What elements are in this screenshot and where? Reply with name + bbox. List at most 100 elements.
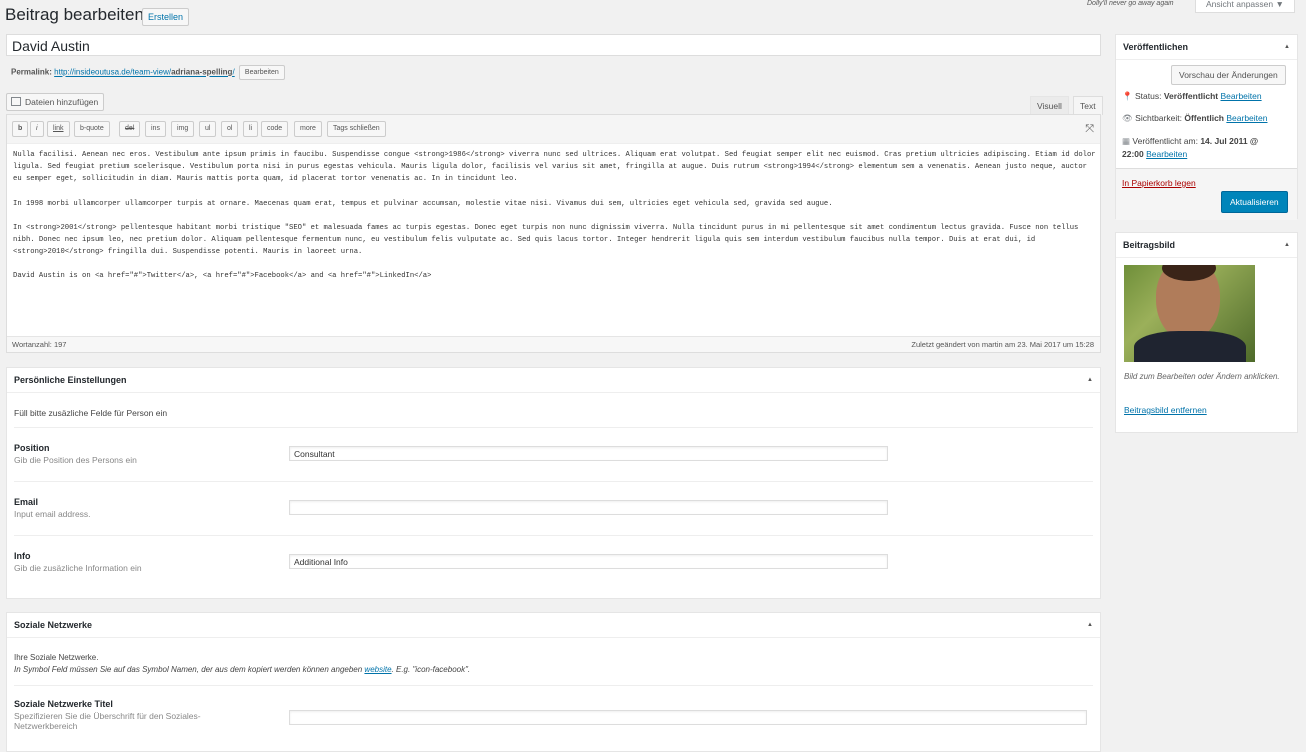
collapse-arrow-icon[interactable]: ▲ bbox=[1284, 233, 1290, 257]
published-label: Veröffentlicht am: bbox=[1132, 136, 1198, 146]
qt-italic-button[interactable]: i bbox=[30, 121, 44, 137]
field-label: Info bbox=[14, 551, 31, 561]
featured-image-title: Beitragsbild bbox=[1123, 240, 1176, 250]
social-intro-example: . E.g. "icon-facebook". bbox=[391, 665, 471, 674]
website-link[interactable]: website bbox=[364, 665, 391, 674]
personal-settings-box: Persönliche Einstellungen ▲ Füll bitte z… bbox=[6, 367, 1101, 599]
permalink-label: Permalink: bbox=[11, 67, 52, 77]
featured-image-header[interactable]: Beitragsbild ▲ bbox=[1116, 233, 1297, 258]
social-networks-header[interactable]: Soziale Netzwerke ▲ bbox=[7, 613, 1100, 638]
social-title-input[interactable] bbox=[289, 710, 1087, 725]
pin-icon: 📍 bbox=[1122, 91, 1133, 101]
qt-link-button[interactable]: link bbox=[47, 121, 70, 137]
divider bbox=[14, 535, 1093, 536]
qt-code-button[interactable]: code bbox=[261, 121, 289, 137]
qt-img-button[interactable]: img bbox=[171, 121, 195, 137]
editor-paragraph: Nulla facilisi. Aenean nec eros. Vestibu… bbox=[13, 151, 1096, 184]
field-description: Gib die zusäzliche Information ein bbox=[14, 563, 142, 573]
featured-image-thumbnail[interactable] bbox=[1124, 265, 1255, 362]
social-networks-title: Soziale Netzwerke bbox=[14, 620, 93, 630]
email-input[interactable] bbox=[289, 500, 888, 515]
qt-li-button[interactable]: li bbox=[243, 121, 259, 137]
status-value: Veröffentlicht bbox=[1163, 91, 1219, 101]
social-intro-1: Ihre Soziale Netzwerke. bbox=[14, 653, 99, 662]
editor-paragraph: In <strong>2001</strong> pellentesque ha… bbox=[13, 223, 1079, 257]
quicktags-toolbar: b i link b-quote del ins img ul ol li co… bbox=[7, 115, 1100, 144]
visibility-edit-link[interactable]: Bearbeiten bbox=[1226, 113, 1267, 123]
qt-bold-button[interactable]: b bbox=[12, 121, 29, 137]
screen-options-button[interactable]: Ansicht anpassen ▼ bbox=[1195, 0, 1295, 13]
permalink-slug: adriana-spelling bbox=[171, 67, 233, 77]
published-edit-link[interactable]: Bearbeiten bbox=[1146, 149, 1187, 159]
field-description: Gib die Position des Persons ein bbox=[14, 455, 137, 465]
qt-ins-button[interactable]: ins bbox=[145, 121, 166, 137]
personal-settings-header[interactable]: Persönliche Einstellungen ▲ bbox=[7, 368, 1100, 393]
permalink-edit-button[interactable]: Bearbeiten bbox=[238, 65, 285, 80]
editor-paragraph: In 1998 morbi ullamcorper ullamcorper tu… bbox=[13, 199, 833, 208]
word-count: Wortanzahl: 197 bbox=[12, 340, 67, 349]
qt-blockquote-button[interactable]: b-quote bbox=[74, 121, 110, 137]
add-media-label: Dateien hinzufügen bbox=[25, 97, 99, 107]
field-label: Soziale Netzwerke Titel bbox=[14, 699, 113, 709]
collapse-arrow-icon[interactable]: ▲ bbox=[1284, 35, 1290, 59]
editor-status-bar: Wortanzahl: 197 Zuletzt geändert von mar… bbox=[7, 336, 1100, 352]
tab-text[interactable]: Text bbox=[1073, 96, 1103, 115]
collapse-arrow-icon[interactable]: ▲ bbox=[1087, 368, 1093, 392]
publish-header[interactable]: Veröffentlichen ▲ bbox=[1116, 35, 1297, 60]
preview-changes-button[interactable]: Vorschau der Änderungen bbox=[1171, 65, 1286, 85]
field-label: Email bbox=[14, 497, 39, 507]
page-title: Beitrag bearbeiten bbox=[5, 5, 144, 24]
field-position: Position Gib die Position des Persons ei… bbox=[14, 443, 137, 465]
publish-box: Veröffentlichen ▲ Vorschau der Änderunge… bbox=[1115, 34, 1298, 220]
field-email: Email Input email address. bbox=[14, 497, 91, 519]
field-info: Info Gib die zusäzliche Information ein bbox=[14, 551, 142, 573]
collapse-arrow-icon[interactable]: ▲ bbox=[1087, 613, 1093, 637]
social-intro-2: In Symbol Feld müssen Sie auf das Symbol… bbox=[14, 665, 470, 674]
eye-icon: 👁 bbox=[1122, 113, 1133, 123]
visibility-label: Sichtbarkeit: bbox=[1135, 113, 1182, 123]
personal-settings-title: Persönliche Einstellungen bbox=[14, 375, 127, 385]
visibility-value: Öffentlich bbox=[1184, 113, 1224, 123]
info-input[interactable]: Additional Info bbox=[289, 554, 888, 569]
qt-close-tags-button[interactable]: Tags schließen bbox=[327, 121, 386, 137]
status-edit-link[interactable]: Bearbeiten bbox=[1221, 91, 1262, 101]
published-date: 14. Jul 2011 @ bbox=[1200, 136, 1259, 146]
fullscreen-icon[interactable]: ⤧ bbox=[1085, 123, 1094, 136]
qt-more-button[interactable]: more bbox=[294, 121, 322, 137]
trash-link[interactable]: In Papierkorb legen bbox=[1122, 178, 1196, 188]
remove-featured-image-link[interactable]: Beitragsbild entfernen bbox=[1124, 405, 1207, 415]
divider bbox=[14, 427, 1093, 428]
editor-paragraph: David Austin is on <a href="#">Twitter</… bbox=[13, 272, 432, 281]
qt-ul-button[interactable]: ul bbox=[199, 121, 217, 137]
field-social-title: Soziale Netzwerke Titel Spezifizieren Si… bbox=[14, 699, 254, 731]
featured-image-hint: Bild zum Bearbeiten oder Ändern anklicke… bbox=[1124, 372, 1280, 381]
calendar-icon: ▦ bbox=[1122, 136, 1131, 146]
position-input[interactable]: Consultant bbox=[289, 446, 888, 461]
field-description: Spezifizieren Sie die Überschrift für de… bbox=[14, 711, 201, 731]
permalink-end: / bbox=[232, 67, 235, 77]
add-media-button[interactable]: Dateien hinzufügen bbox=[6, 93, 105, 111]
post-title-input[interactable]: David Austin bbox=[6, 34, 1101, 56]
tab-visual[interactable]: Visuell bbox=[1030, 96, 1069, 115]
social-networks-box: Soziale Netzwerke ▲ Ihre Soziale Netzwer… bbox=[6, 612, 1101, 752]
social-intro-text: In Symbol Feld müssen Sie auf das Symbol… bbox=[14, 665, 365, 674]
media-icon bbox=[11, 97, 21, 106]
add-new-button[interactable]: Erstellen bbox=[142, 8, 190, 26]
publish-actions: In Papierkorb legen Aktualisieren bbox=[1116, 168, 1297, 220]
last-modified: Zuletzt geändert von martin am 23. Mai 2… bbox=[911, 340, 1094, 349]
published-time: 22:00 bbox=[1122, 149, 1144, 159]
personal-intro: Füll bitte zusäzliche Felde für Person e… bbox=[14, 408, 168, 418]
featured-image-box: Beitragsbild ▲ Bild zum Bearbeiten oder … bbox=[1115, 232, 1298, 433]
divider bbox=[14, 685, 1093, 686]
field-description: Input email address. bbox=[14, 509, 91, 519]
qt-ol-button[interactable]: ol bbox=[221, 121, 239, 137]
status-label: Status: bbox=[1134, 91, 1162, 101]
editor-textarea[interactable]: Nulla facilisi. Aenean nec eros. Vestibu… bbox=[13, 149, 1098, 295]
visibility-row: 👁 Sichtbarkeit: Öffentlich Bearbeiten bbox=[1122, 113, 1268, 124]
permalink-row: Permalink: http://insideoutusa.de/team-v… bbox=[11, 65, 285, 80]
permalink-link[interactable]: http://insideoutusa.de/team-view/adriana… bbox=[54, 68, 235, 77]
update-button[interactable]: Aktualisieren bbox=[1221, 191, 1288, 213]
status-row: 📍 Status: Veröffentlicht Bearbeiten bbox=[1122, 91, 1262, 102]
divider bbox=[14, 481, 1093, 482]
qt-del-button[interactable]: del bbox=[119, 121, 141, 137]
